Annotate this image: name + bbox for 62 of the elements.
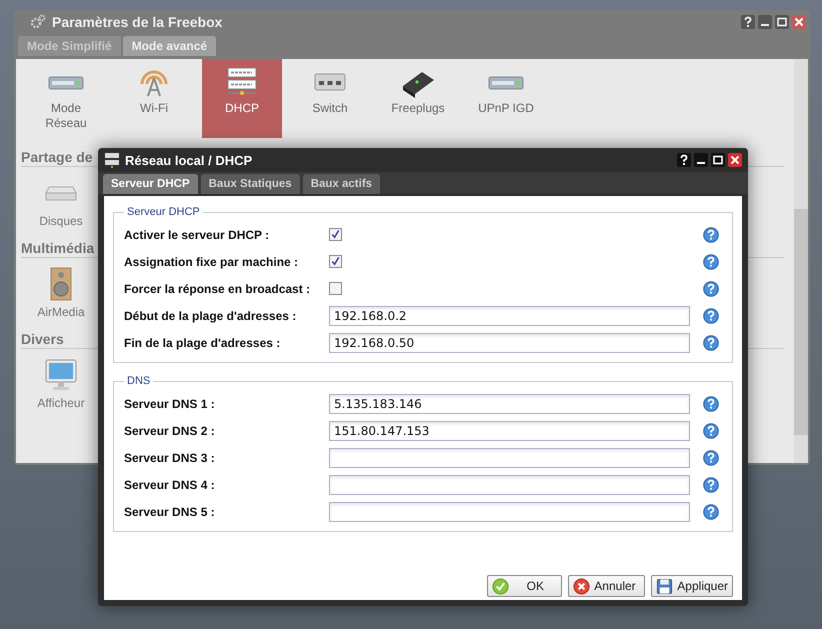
text-field[interactable]: 151.80.147.153 — [329, 420, 690, 440]
field-label: Fin de la plage d'adresses : — [124, 336, 282, 350]
address-labels-icon — [104, 152, 120, 168]
cancel-button[interactable]: Annuler — [568, 575, 646, 597]
field-label: Serveur DNS 3 : — [124, 450, 216, 464]
help-icon[interactable] — [703, 504, 719, 520]
scrollbar[interactable] — [794, 59, 808, 463]
help-icon[interactable] — [741, 15, 755, 29]
settings-item[interactable]: Disques — [21, 167, 101, 229]
field-label: Activer le serveur DHCP : — [124, 228, 270, 242]
toolbar-item[interactable]: Wi-Fi — [114, 59, 194, 138]
help-icon[interactable] — [703, 476, 719, 492]
help-icon[interactable] — [703, 226, 719, 242]
field-label: Serveur DNS 4 : — [124, 478, 216, 492]
toolbar-item[interactable]: DHCP — [202, 59, 282, 138]
text-field[interactable]: 192.168.0.2 — [329, 306, 690, 326]
fieldset-legend: DNS — [124, 375, 154, 387]
help-icon[interactable] — [677, 153, 691, 167]
help-icon[interactable] — [703, 280, 719, 296]
check-icon — [492, 578, 510, 594]
maximize-icon[interactable] — [711, 153, 725, 167]
dialog-tab[interactable]: Serveur DHCP — [103, 174, 198, 194]
close-icon[interactable] — [728, 153, 742, 167]
minimize-icon[interactable] — [758, 15, 772, 29]
minimize-icon[interactable] — [694, 153, 708, 167]
toolbar-item[interactable]: Freeplugs — [378, 59, 458, 138]
settings-item[interactable]: AirMedia — [21, 258, 101, 320]
text-field[interactable] — [329, 448, 690, 468]
save-icon — [656, 578, 674, 594]
maximize-icon[interactable] — [775, 15, 789, 29]
field-label: Forcer la réponse en broadcast : — [124, 282, 312, 296]
field-label: Serveur DNS 1 : — [124, 396, 216, 410]
fieldset-legend: Serveur DHCP — [124, 206, 203, 218]
field-label: Serveur DNS 5 : — [124, 504, 216, 518]
apply-button[interactable]: Appliquer — [651, 575, 733, 597]
toolbar-item[interactable]: UPnP IGD — [466, 59, 546, 138]
checkbox[interactable] — [329, 282, 342, 295]
text-field[interactable] — [329, 502, 690, 522]
ok-button[interactable]: OK — [487, 575, 562, 597]
field-label: Serveur DNS 2 : — [124, 424, 216, 438]
gears-icon — [30, 14, 46, 30]
toolbar-item[interactable]: Switch — [290, 59, 370, 138]
dialog-tab[interactable]: Baux actifs — [302, 174, 380, 194]
help-icon[interactable] — [703, 334, 719, 350]
checkbox[interactable] — [329, 255, 342, 268]
toolbar-item[interactable]: Mode Réseau — [26, 59, 106, 138]
help-icon[interactable] — [703, 308, 719, 324]
checkbox[interactable] — [329, 228, 342, 241]
help-icon[interactable] — [703, 422, 719, 438]
dialog-title: Réseau local / DHCP — [125, 152, 254, 168]
dialog-tab[interactable]: Baux Statiques — [200, 174, 300, 194]
help-icon[interactable] — [703, 254, 719, 270]
text-field[interactable] — [329, 474, 690, 494]
window-title: Paramètres de la Freebox — [52, 14, 224, 30]
help-icon[interactable] — [703, 396, 719, 412]
close-icon[interactable] — [792, 15, 806, 29]
text-field[interactable]: 192.168.0.50 — [329, 332, 690, 352]
cancel-icon — [573, 578, 590, 594]
settings-item[interactable]: Afficheur — [21, 349, 101, 411]
text-field[interactable]: 5.135.183.146 — [329, 394, 690, 414]
help-icon[interactable] — [703, 450, 719, 466]
field-label: Début de la plage d'adresses : — [124, 308, 298, 322]
